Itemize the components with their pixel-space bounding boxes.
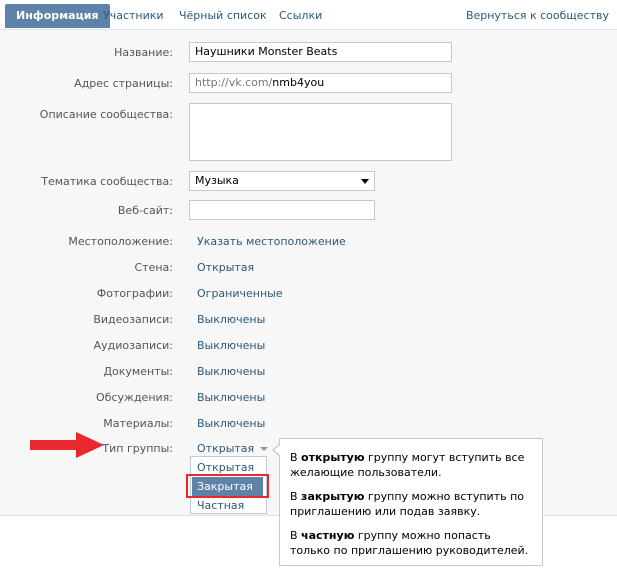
name-label: Название: [114, 46, 173, 59]
address-prefix: http://vk.com/ [195, 76, 273, 89]
photos-label: Фотографии: [96, 287, 173, 300]
audio-link[interactable]: Выключены [197, 339, 265, 352]
address-value: nmb4you [272, 76, 325, 89]
group-type-value: Открытая [197, 442, 255, 455]
location-link[interactable]: Указать местоположение [197, 235, 346, 248]
highlight-box [186, 474, 269, 498]
group-type-tooltip: В открытую группу могут вступить все жел… [279, 438, 543, 566]
tooltip-closed: В закрытую группу можно вступить по приг… [290, 490, 525, 518]
chevron-down-icon [260, 447, 269, 451]
back-to-community-link[interactable]: Вернуться к сообществу [466, 4, 609, 28]
website-input[interactable] [189, 200, 375, 220]
option-private[interactable]: Частная [197, 499, 244, 512]
name-value: Наушники Monster Beats [195, 45, 338, 58]
group-type-dropdown[interactable]: Открытая [197, 442, 269, 455]
option-open[interactable]: Открытая [197, 461, 254, 474]
documents-label: Документы: [103, 365, 173, 378]
photos-link[interactable]: Ограниченные [197, 287, 283, 300]
wall-link[interactable]: Открытая [197, 261, 254, 274]
description-label: Описание сообщества: [39, 108, 173, 121]
address-label: Адрес страницы: [74, 77, 173, 90]
wall-label: Стена: [134, 261, 174, 274]
address-input[interactable]: http://vk.com/nmb4you [189, 73, 452, 93]
tooltip-private: В частную группу можно попасть только по… [290, 529, 529, 557]
group-type-label: Тип группы: [102, 442, 173, 455]
discussions-label: Обсуждения: [96, 391, 173, 404]
location-label: Местоположение: [68, 235, 173, 248]
tab-members[interactable]: Участники [93, 4, 174, 28]
tab-links[interactable]: Ссылки [269, 4, 332, 28]
discussions-link[interactable]: Выключены [197, 391, 265, 404]
documents-link[interactable]: Выключены [197, 365, 265, 378]
videos-label: Видеозаписи: [93, 313, 173, 326]
videos-link[interactable]: Выключены [197, 313, 265, 326]
materials-label: Материалы: [103, 417, 173, 430]
tooltip-open: В открытую группу могут вступить все жел… [290, 451, 525, 479]
tabs-bar: Информация Участники Чёрный список Ссылк… [0, 0, 617, 30]
red-arrow-icon [30, 432, 104, 458]
name-input[interactable]: Наушники Monster Beats [189, 42, 452, 62]
materials-link[interactable]: Выключены [197, 417, 265, 430]
chevron-down-icon [361, 179, 369, 184]
topic-label: Тематика сообщества: [41, 175, 173, 188]
tooltip-pointer-fill [274, 445, 280, 455]
description-textarea[interactable] [189, 103, 452, 161]
tab-blacklist[interactable]: Чёрный список [169, 4, 277, 28]
topic-value: Музыка [195, 174, 239, 187]
topic-select[interactable]: Музыка [189, 171, 375, 191]
website-label: Веб-сайт: [117, 204, 173, 217]
audio-label: Аудиозаписи: [93, 339, 173, 352]
